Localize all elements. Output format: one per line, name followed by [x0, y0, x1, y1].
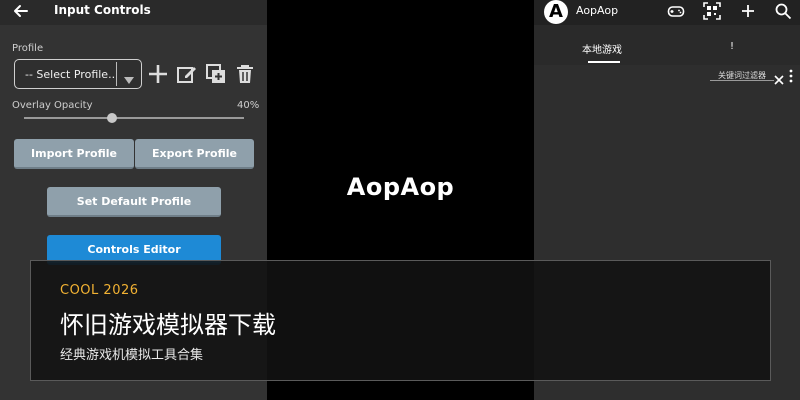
add-icon[interactable]	[739, 2, 757, 20]
import-profile-button[interactable]: Import Profile	[14, 139, 134, 169]
promo-overlay-card: COOL 2026 怀旧游戏模拟器下载 经典游戏机模拟工具合集	[30, 260, 771, 381]
profile-select-value: -- Select Profile..	[25, 68, 116, 81]
select-divider	[116, 62, 117, 86]
overlay-tag: COOL 2026	[60, 283, 139, 298]
duplicate-profile-icon[interactable]	[205, 63, 227, 85]
app-logo-letter: A	[549, 1, 563, 22]
delete-profile-icon[interactable]	[234, 63, 256, 85]
overlay-opacity-label: Overlay Opacity	[12, 100, 93, 111]
export-profile-button[interactable]: Export Profile	[135, 139, 254, 169]
more-vert-icon[interactable]	[788, 68, 794, 83]
overlay-subtitle: 经典游戏机模拟工具合集	[60, 348, 204, 363]
app-logo: A	[544, 0, 568, 24]
tab-local-games[interactable]: 本地游戏	[582, 41, 622, 56]
qr-scan-icon[interactable]	[703, 2, 721, 20]
game-list-toolbar: A AopAop	[534, 0, 800, 25]
profile-select[interactable]: -- Select Profile..	[14, 59, 142, 89]
chevron-down-icon	[124, 70, 134, 84]
edit-profile-icon[interactable]	[176, 63, 198, 85]
page-title: Input Controls	[54, 3, 151, 17]
set-default-profile-button[interactable]: Set Default Profile	[47, 187, 221, 217]
tab-indicator	[588, 61, 620, 63]
filter-underline	[710, 80, 774, 81]
tab-second[interactable]: !	[730, 41, 734, 52]
close-icon[interactable]	[774, 70, 784, 85]
input-controls-toolbar: Input Controls	[0, 0, 267, 25]
app-name: AopAop	[576, 4, 619, 17]
add-profile-icon[interactable]	[147, 63, 169, 85]
search-icon[interactable]	[774, 2, 792, 20]
overlay-opacity-value: 40%	[237, 100, 260, 111]
overlay-title: 怀旧游戏模拟器下载	[60, 311, 276, 339]
profile-label: Profile	[12, 43, 44, 54]
gamepad-icon[interactable]	[667, 2, 685, 20]
splash-logo: AopAop	[346, 173, 455, 201]
overlay-opacity-slider[interactable]	[24, 117, 244, 119]
back-arrow-icon[interactable]	[12, 2, 30, 20]
slider-thumb[interactable]	[107, 113, 117, 123]
game-tabs: 本地游戏 !	[534, 25, 800, 65]
